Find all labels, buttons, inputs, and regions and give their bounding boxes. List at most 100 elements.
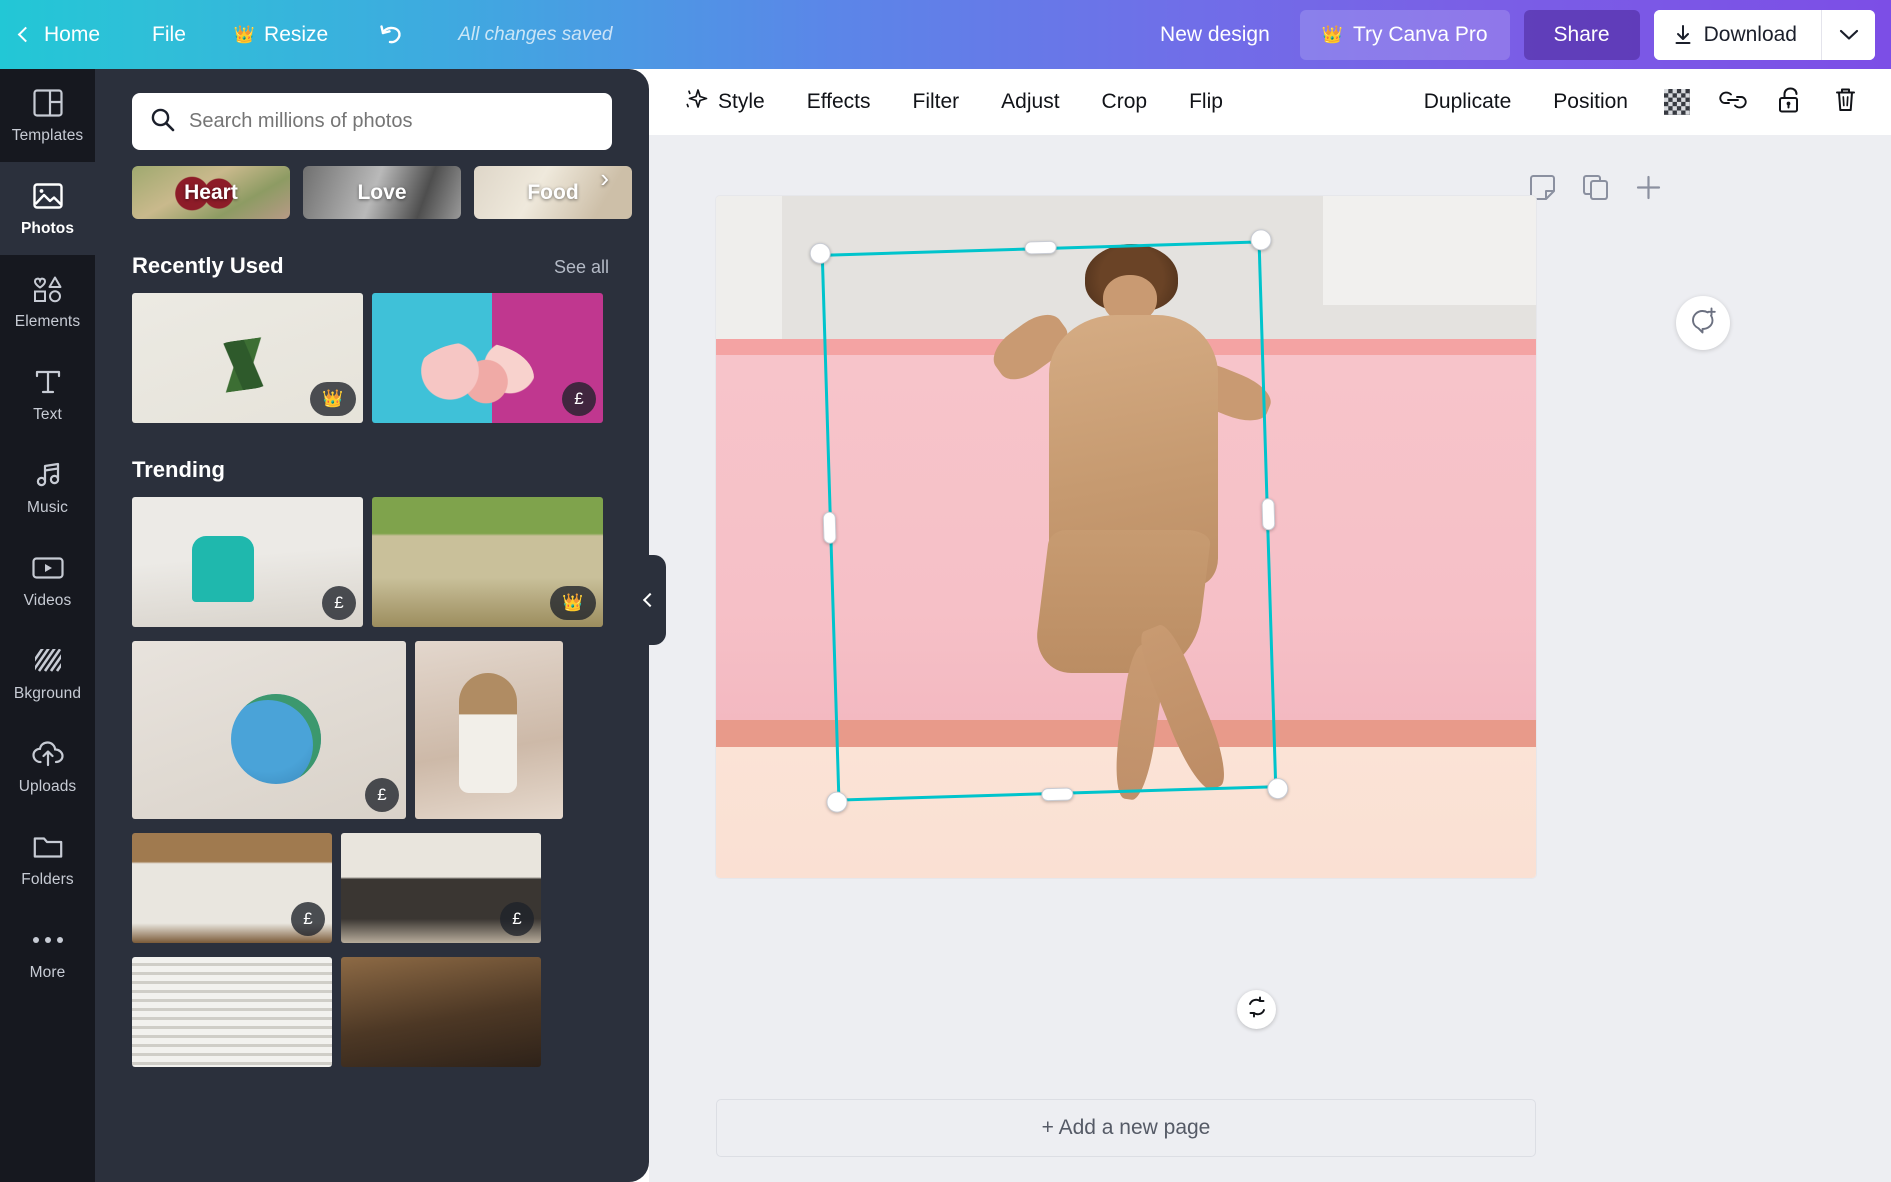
add-comment-button[interactable]	[1676, 296, 1730, 350]
text-icon	[34, 365, 62, 399]
link-icon	[1718, 89, 1748, 116]
delete-button[interactable]	[1817, 76, 1873, 128]
crown-badge-icon: 👑	[550, 586, 596, 620]
resize-button[interactable]: 👑 Resize	[210, 0, 352, 69]
photo-thumbnail[interactable]: £	[372, 293, 603, 423]
chip-heart[interactable]: Heart	[132, 166, 290, 219]
tool-flip[interactable]: Flip	[1168, 90, 1244, 114]
chip-love[interactable]: Love	[303, 166, 461, 219]
transparency-button[interactable]	[1649, 76, 1705, 128]
download-group: Download	[1653, 9, 1875, 60]
rotate-handle[interactable]	[1237, 990, 1276, 1029]
sidebar-item-text[interactable]: Text	[0, 348, 95, 441]
uploads-icon	[31, 737, 64, 771]
file-label: File	[152, 22, 186, 46]
price-badge: £	[500, 902, 534, 936]
sidebar-item-label: Elements	[14, 313, 81, 330]
trending-grid-row-3: £ £	[95, 819, 649, 943]
recently-used-grid: 👑 £	[95, 279, 649, 423]
transparency-icon	[1664, 89, 1690, 115]
recently-used-header: Recently Used See all	[95, 219, 649, 279]
photo-thumbnail[interactable]	[341, 957, 541, 1067]
sidebar-item-uploads[interactable]: Uploads	[0, 720, 95, 813]
price-badge: £	[291, 902, 325, 936]
sidebar-item-label: Text	[33, 406, 62, 423]
photo-thumbnail[interactable]: £	[132, 641, 406, 819]
home-label: Home	[44, 22, 101, 46]
home-button[interactable]: Home	[0, 0, 128, 69]
tool-crop[interactable]: Crop	[1081, 90, 1169, 114]
download-button[interactable]: Download	[1653, 9, 1821, 60]
section-title: Recently Used	[132, 253, 284, 278]
sidebar-item-elements[interactable]: Elements	[0, 255, 95, 348]
sidebar-item-more[interactable]: More	[0, 906, 95, 999]
sidebar-item-label: Uploads	[18, 778, 77, 795]
crown-icon: 👑	[233, 25, 256, 44]
add-new-page-button[interactable]: + Add a new page	[716, 1099, 1536, 1157]
sidebar-item-music[interactable]: Music	[0, 441, 95, 534]
chevron-left-icon	[642, 592, 658, 608]
photo-thumbnail[interactable]: 👑	[372, 497, 603, 627]
crown-badge-icon: 👑	[310, 382, 356, 416]
chevron-right-icon[interactable]: ›	[600, 163, 609, 194]
sidebar-item-videos[interactable]: Videos	[0, 534, 95, 627]
photo-thumbnail[interactable]	[132, 957, 332, 1067]
chevron-left-icon	[17, 26, 34, 43]
sidebar-item-folders[interactable]: Folders	[0, 813, 95, 906]
try-canva-pro-button[interactable]: 👑 Try Canva Pro	[1299, 9, 1510, 60]
add-page-icon	[1635, 174, 1662, 206]
chip-label: Love	[357, 180, 407, 204]
collapse-panel-button[interactable]	[630, 555, 666, 645]
more-dots-icon	[32, 923, 63, 957]
tool-effects[interactable]: Effects	[786, 90, 892, 114]
folders-icon	[33, 830, 63, 864]
photo-thumbnail[interactable]: 👑	[132, 293, 363, 423]
music-icon	[34, 458, 62, 492]
price-badge: £	[562, 382, 596, 416]
duplicate-button[interactable]: Duplicate	[1403, 90, 1533, 114]
see-all-link[interactable]: See all	[554, 257, 609, 278]
lock-button[interactable]	[1761, 76, 1817, 128]
sidebar-item-label: Photos	[20, 220, 75, 237]
sidebar-item-photos[interactable]: Photos	[0, 148, 95, 269]
top-bar: Home File 👑 Resize All changes saved New…	[0, 0, 1891, 69]
duplicate-page-button[interactable]	[1582, 174, 1609, 206]
share-button[interactable]: Share	[1523, 9, 1640, 60]
link-button[interactable]	[1705, 76, 1761, 128]
sidebar-item-background[interactable]: Bkground	[0, 627, 95, 720]
tool-filter[interactable]: Filter	[892, 90, 981, 114]
image-wall-left	[716, 196, 782, 340]
position-button[interactable]: Position	[1532, 90, 1649, 114]
search-input[interactable]	[189, 110, 589, 133]
canva-editor-window: Home File 👑 Resize All changes saved New…	[0, 0, 1891, 1182]
sidebar-item-label: Videos	[23, 592, 72, 609]
photo-thumbnail[interactable]: £	[341, 833, 541, 943]
add-page-button[interactable]	[1635, 174, 1662, 206]
trending-grid-row-2: £	[95, 627, 649, 819]
sparkle-icon	[684, 87, 709, 118]
download-options-button[interactable]	[1821, 9, 1875, 60]
search-box[interactable]	[132, 93, 612, 150]
photo-thumbnail[interactable]: £	[132, 497, 363, 627]
download-arrow-icon	[1674, 24, 1692, 45]
trending-grid-row-4	[95, 943, 649, 1067]
resize-label: Resize	[264, 22, 329, 46]
photos-icon	[32, 179, 63, 213]
trending-header: Trending	[95, 423, 649, 483]
rotate-icon	[1246, 996, 1268, 1023]
price-badge: £	[322, 586, 356, 620]
tool-adjust[interactable]: Adjust	[980, 90, 1080, 114]
photo-thumbnail[interactable]	[415, 641, 563, 819]
tool-style[interactable]: Style	[663, 87, 786, 118]
undo-button[interactable]	[352, 0, 430, 69]
undo-icon	[376, 22, 406, 48]
file-menu-button[interactable]: File	[128, 0, 210, 69]
sidebar-item-label: Music	[27, 499, 68, 516]
duplicate-page-icon	[1582, 174, 1609, 206]
image-toolbar-right: Duplicate Position	[1403, 76, 1873, 128]
elements-icon	[32, 272, 64, 306]
selected-image[interactable]	[716, 196, 1536, 878]
new-design-button[interactable]: New design	[1144, 23, 1286, 47]
design-canvas-page[interactable]	[716, 196, 1536, 878]
photo-thumbnail[interactable]: £	[132, 833, 332, 943]
